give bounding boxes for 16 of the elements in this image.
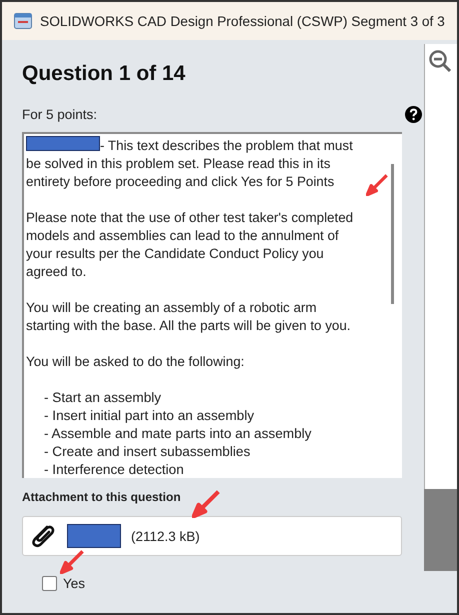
description-paragraph: You will be creating an assembly of a robotic arm starting with the base. All the parts will be given to you. (26, 299, 352, 335)
question-heading: Question 1 of 14 (22, 62, 186, 86)
task-item: - Start an assembly (44, 389, 162, 407)
description-paragraph: Please note that the use of other test taker's completed models and assemblies can lead to the annulment of your results per the Candidate Conduct Policy you agreed to. (26, 209, 354, 281)
description-paragraph: You will be asked to do the following: (26, 353, 246, 371)
file-size: (2112.3 kB) (131, 528, 200, 544)
yes-label: Yes (63, 576, 86, 591)
task-item: - Insert initial part into an assembly (44, 407, 256, 425)
attachment-field[interactable]: (2112.3 kB) (22, 516, 402, 556)
task-item: - Assemble and mate parts into an assembly (44, 425, 312, 443)
points-label: For 5 points: (22, 107, 98, 122)
task-item: - Interference detection (44, 461, 185, 478)
attachment-label: Attachment to this question (22, 490, 182, 504)
task-item: - Create and insert subassemblies (44, 443, 252, 461)
window-title: SOLIDWORKS CAD Design Professional (CSWP) Segment 3 of 3 (40, 14, 445, 28)
description-paragraph: - This text describes the problem that must be solved in this problem set. Please read this in its entirety before proceeding and click Yes for 5 Points (26, 136, 354, 191)
